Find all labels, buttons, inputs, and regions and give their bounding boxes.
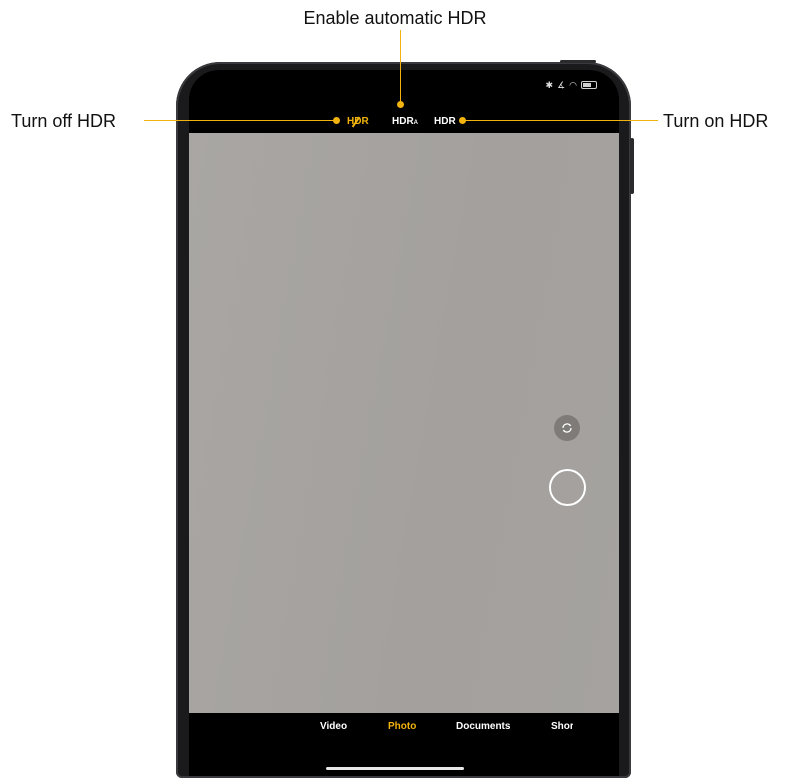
callout-dot-off	[333, 117, 340, 124]
callout-line-on	[463, 120, 658, 121]
hdr-options: HDR HDRA HDR	[189, 115, 619, 129]
annotation-enable-auto-hdr: Enable automatic HDR	[303, 8, 487, 28]
hdr-on-label: HDR	[434, 116, 456, 127]
callout-line-off	[144, 120, 336, 121]
callout-line-auto	[400, 30, 401, 103]
hdr-on-button[interactable]: HDR	[434, 115, 456, 129]
camera-viewfinder	[189, 133, 619, 713]
signal-icon: ∡	[557, 79, 566, 90]
home-indicator[interactable]	[326, 767, 464, 770]
bluetooth-icon: ✱	[545, 79, 554, 90]
mode-photo[interactable]: Photo	[388, 721, 416, 732]
callout-dot-on	[459, 117, 466, 124]
callout-dot-auto	[397, 101, 404, 108]
hdr-auto-button[interactable]: HDRA	[392, 115, 418, 130]
screen: ✱ ∡ ◠ HDR HDRA HDR Video Photo Documents…	[189, 70, 619, 776]
mode-documents[interactable]: Documents	[456, 721, 510, 732]
camera-mode-tabs: Video Photo Documents Shor	[189, 721, 619, 739]
hdr-off-button[interactable]: HDR	[347, 115, 369, 129]
mode-short[interactable]: Shor	[551, 721, 573, 732]
hdr-auto-sub: A	[413, 120, 419, 126]
status-bar: ✱ ∡ ◠	[546, 78, 597, 92]
hdr-auto-label: HDR	[392, 116, 414, 127]
wifi-icon: ◠	[569, 79, 577, 90]
mode-video[interactable]: Video	[320, 721, 347, 732]
battery-icon	[581, 81, 597, 89]
switch-camera-icon[interactable]	[554, 415, 580, 441]
power-button	[560, 60, 596, 63]
annotation-turn-on-hdr: Turn on HDR	[663, 111, 769, 131]
shutter-icon[interactable]	[549, 469, 586, 506]
volume-button	[630, 138, 634, 194]
annotation-turn-off-hdr: Turn off HDR	[11, 111, 117, 131]
